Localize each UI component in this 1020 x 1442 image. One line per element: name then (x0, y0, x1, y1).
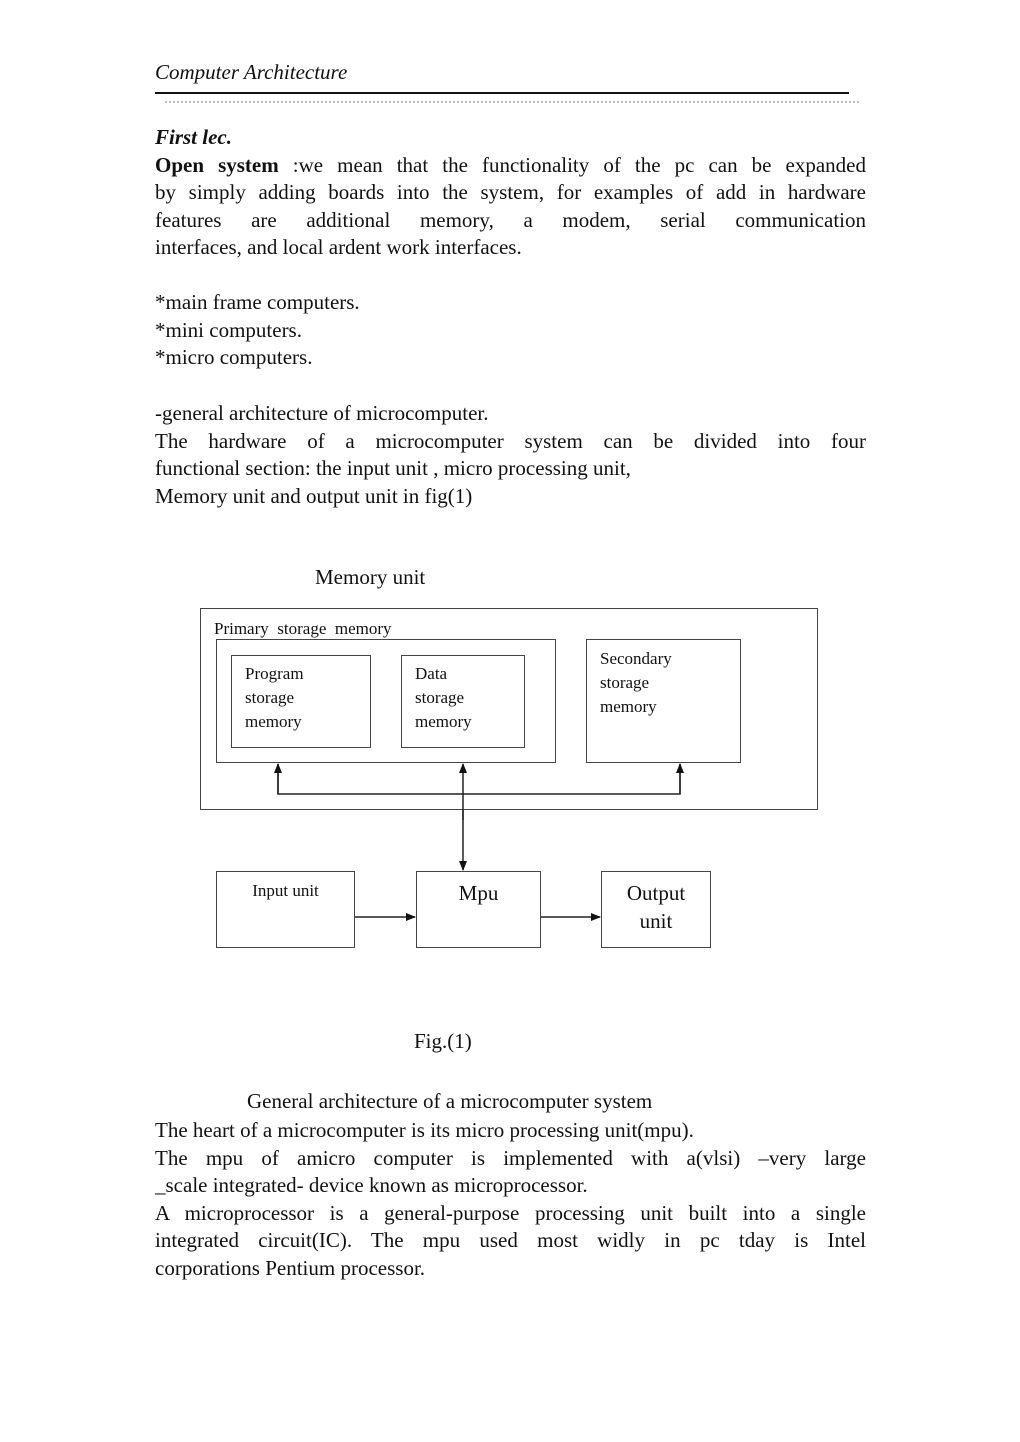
closing-section: The heart of a microcomputer is its micr… (155, 1117, 866, 1282)
closing-line-2: The mpu of amicro computer is implemente… (155, 1145, 866, 1170)
closing-line-6: corporations Pentium processor. (155, 1255, 426, 1280)
closing-line-4: A microprocessor is a general-purpose pr… (155, 1200, 866, 1225)
closing-line-3: _scale integrated- device known as micro… (155, 1173, 588, 1197)
closing-line-5: integrated circuit(IC). The mpu used mos… (155, 1228, 866, 1252)
figure-caption: General architecture of a microcomputer … (247, 1089, 653, 1113)
closing-line-1: The heart of a microcomputer is its micr… (155, 1118, 694, 1142)
memory-bus-line (277, 764, 681, 795)
figure-label: Fig.(1) (414, 1029, 472, 1053)
